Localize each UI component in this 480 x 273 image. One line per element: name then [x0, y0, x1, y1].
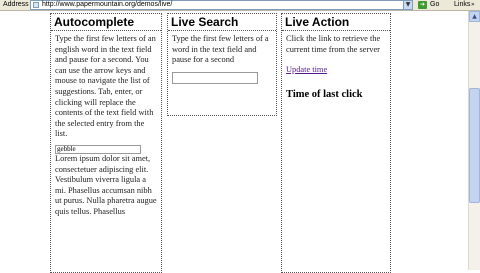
- address-bar: Address http://www.papermountain.org/dem…: [0, 0, 480, 11]
- autocomplete-title: Autocomplete: [51, 14, 161, 31]
- links-button[interactable]: Links: [454, 0, 470, 10]
- go-button[interactable]: Go: [430, 0, 439, 10]
- scroll-up-arrow-icon[interactable]: ▲: [469, 11, 480, 22]
- chevron-down-icon[interactable]: ▼: [403, 1, 412, 9]
- autocomplete-description: Type the first few letters of an english…: [55, 34, 156, 139]
- address-label: Address: [3, 1, 29, 8]
- vertical-scrollbar[interactable]: ▲: [468, 11, 480, 270]
- live-action-description: Click the link to retrieve the current t…: [286, 34, 381, 54]
- live-search-input[interactable]: [172, 71, 258, 84]
- address-field[interactable]: http://www.papermountain.org/demos/live/…: [30, 0, 413, 10]
- live-action-title: Live Action: [282, 14, 390, 31]
- lorem-text: Lorem ipsum dolor sit amet, consectetuer…: [55, 153, 157, 216]
- live-search-description: Type the first few letters of a word in …: [172, 34, 269, 65]
- page-icon: [33, 2, 39, 8]
- scroll-thumb[interactable]: [469, 88, 480, 203]
- autocomplete-panel: Autocomplete Type the first few letters …: [50, 13, 162, 273]
- go-arrow-icon[interactable]: ➔: [418, 1, 427, 9]
- update-time-link[interactable]: Update time: [286, 65, 387, 76]
- time-of-last-click-heading: Time of last click: [286, 88, 363, 100]
- live-action-panel: Live Action Click the link to retrieve t…: [281, 13, 391, 273]
- autocomplete-input[interactable]: [55, 144, 141, 154]
- url-text[interactable]: http://www.papermountain.org/demos/live/: [42, 1, 172, 9]
- live-search-title: Live Search: [168, 14, 276, 31]
- links-chevron-icon[interactable]: »: [471, 0, 475, 10]
- live-search-panel: Live Search Type the first few letters o…: [167, 13, 277, 116]
